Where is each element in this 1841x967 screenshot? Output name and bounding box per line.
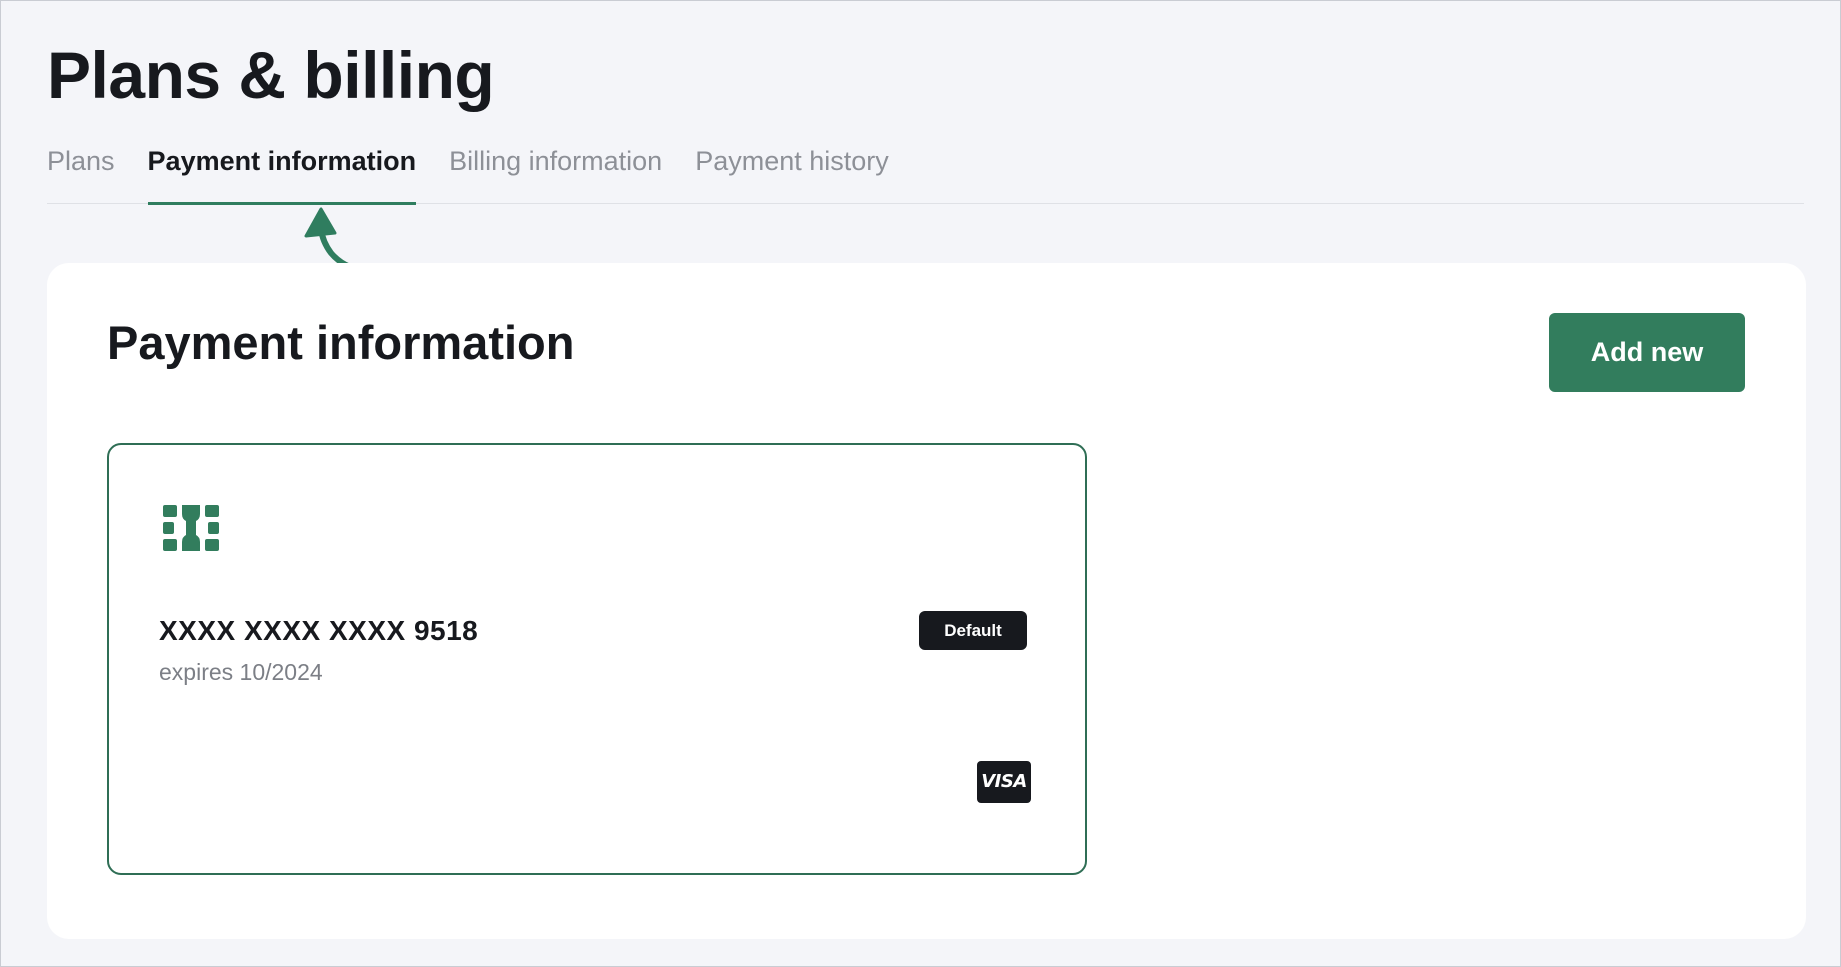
visa-logo-icon: VISA bbox=[977, 761, 1031, 803]
page-title: Plans & billing bbox=[47, 38, 495, 112]
tab-billing-information[interactable]: Billing information bbox=[449, 133, 662, 203]
tab-plans[interactable]: Plans bbox=[47, 133, 115, 203]
tab-bar: Plans Payment information Billing inform… bbox=[47, 133, 1804, 205]
add-new-button[interactable]: Add new bbox=[1549, 313, 1745, 392]
card-chip-icon bbox=[163, 505, 219, 551]
default-badge: Default bbox=[919, 611, 1027, 650]
card-expiry: expires 10/2024 bbox=[159, 659, 323, 685]
payment-card[interactable]: XXXX XXXX XXXX 9518 expires 10/2024 Defa… bbox=[107, 443, 1087, 875]
tab-payment-history[interactable]: Payment history bbox=[695, 133, 889, 203]
card-number: XXXX XXXX XXXX 9518 bbox=[159, 615, 479, 646]
payment-information-panel: Payment information Add new XXXX XXXX XX… bbox=[47, 263, 1806, 939]
tab-payment-information[interactable]: Payment information bbox=[147, 133, 416, 205]
section-title: Payment information bbox=[107, 316, 575, 369]
